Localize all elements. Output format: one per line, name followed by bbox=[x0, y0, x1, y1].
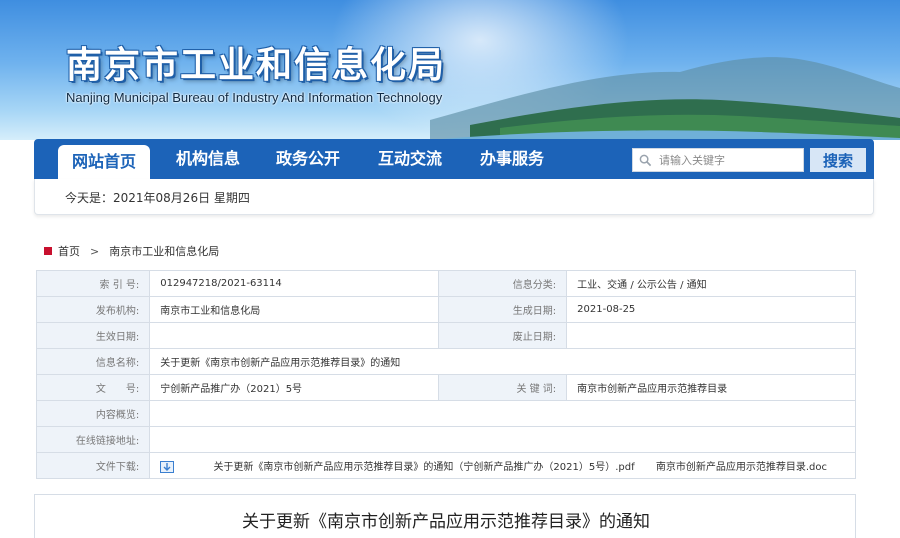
index-label: 索 引 号: bbox=[35, 270, 151, 297]
publisher-value: 南京市工业和信息化局 bbox=[149, 296, 440, 323]
article-title: 关于更新《南京市创新产品应用示范推荐目录》的通知 bbox=[242, 512, 650, 532]
category-label: 信息分类: bbox=[438, 270, 568, 297]
effective-label: 生效日期: bbox=[35, 322, 151, 349]
download-label: 文件下载: bbox=[35, 452, 151, 479]
search-box bbox=[632, 148, 804, 172]
current-date: 今天是：2021年08月26日 星期四 bbox=[65, 191, 250, 205]
index-value: 012947218/2021-63114 bbox=[149, 270, 440, 297]
header-banner: 南京市工业和信息化局 Nanjing Municipal Bureau of I… bbox=[0, 0, 900, 140]
table-row: 索 引 号: 012947218/2021-63114 信息分类: 工业、交通 … bbox=[35, 270, 856, 297]
table-row: 内容概览: bbox=[35, 400, 856, 427]
category-value: 工业、交通 / 公示公告 / 通知 bbox=[566, 270, 856, 297]
download-icon[interactable] bbox=[160, 461, 175, 473]
nav-services[interactable]: 办事服务 bbox=[464, 139, 560, 179]
home-marker-icon bbox=[44, 247, 52, 255]
article-box: 关于更新《南京市创新产品应用示范推荐目录》的通知 bbox=[34, 494, 856, 538]
created-value: 2021-08-25 bbox=[566, 296, 856, 323]
created-label: 生成日期: bbox=[438, 296, 568, 323]
nav-organization[interactable]: 机构信息 bbox=[160, 139, 256, 179]
search-button[interactable]: 搜索 bbox=[810, 148, 866, 172]
search-icon bbox=[639, 154, 652, 167]
docno-value: 宁创新产品推广办（2021）5号 bbox=[149, 374, 440, 401]
publisher-label: 发布机构: bbox=[35, 296, 151, 323]
breadcrumb-home[interactable]: 首页 bbox=[58, 243, 80, 259]
site-title: 南京市工业和信息化局 bbox=[66, 44, 447, 86]
keyword-label: 关 键 词: bbox=[438, 374, 568, 401]
effective-value bbox=[149, 322, 440, 349]
docno-label: 文 号: bbox=[35, 374, 151, 401]
download-link-doc[interactable]: 南京市创新产品应用示范推荐目录.doc bbox=[656, 462, 827, 473]
expire-value bbox=[566, 322, 856, 349]
table-row: 在线链接地址: bbox=[35, 426, 856, 453]
keyword-value: 南京市创新产品应用示范推荐目录 bbox=[566, 374, 856, 401]
date-strip: 今天是：2021年08月26日 星期四 bbox=[34, 179, 874, 215]
nav-home[interactable]: 网站首页 bbox=[58, 145, 150, 179]
table-row: 生效日期: 废止日期: bbox=[35, 322, 856, 349]
search-input[interactable] bbox=[659, 151, 799, 170]
main-nav: 网站首页 机构信息 政务公开 互动交流 办事服务 搜索 bbox=[34, 139, 874, 179]
name-label: 信息名称: bbox=[35, 348, 151, 375]
download-link-pdf[interactable]: 关于更新《南京市创新产品应用示范推荐目录》的通知（宁创新产品推广办（2021）5… bbox=[213, 462, 634, 473]
table-row: 信息名称: 关于更新《南京市创新产品应用示范推荐目录》的通知 bbox=[35, 348, 856, 375]
name-value: 关于更新《南京市创新产品应用示范推荐目录》的通知 bbox=[149, 348, 856, 375]
overview-label: 内容概览: bbox=[35, 400, 151, 427]
site-subtitle: Nanjing Municipal Bureau of Industry And… bbox=[66, 90, 443, 105]
page: 南京市工业和信息化局 Nanjing Municipal Bureau of I… bbox=[0, 0, 900, 538]
download-cell: 关于更新《南京市创新产品应用示范推荐目录》的通知（宁创新产品推广办（2021）5… bbox=[149, 452, 856, 479]
overview-value bbox=[149, 400, 856, 427]
table-row: 发布机构: 南京市工业和信息化局 生成日期: 2021-08-25 bbox=[35, 296, 856, 323]
breadcrumb-separator: > bbox=[90, 244, 100, 258]
breadcrumb: 首页 > 南京市工业和信息化局 bbox=[44, 243, 219, 259]
table-row: 文 号: 宁创新产品推广办（2021）5号 关 键 词: 南京市创新产品应用示范… bbox=[35, 374, 856, 401]
link-label: 在线链接地址: bbox=[35, 426, 151, 453]
table-row: 文件下载: 关于更新《南京市创新产品应用示范推荐目录》的通知（宁创新产品推广办（… bbox=[35, 452, 856, 479]
expire-label: 废止日期: bbox=[438, 322, 568, 349]
info-table: 索 引 号: 012947218/2021-63114 信息分类: 工业、交通 … bbox=[35, 270, 856, 479]
breadcrumb-current[interactable]: 南京市工业和信息化局 bbox=[109, 243, 219, 259]
nav-interaction[interactable]: 互动交流 bbox=[362, 139, 458, 179]
link-value bbox=[149, 426, 856, 453]
nav-government-affairs[interactable]: 政务公开 bbox=[260, 139, 356, 179]
